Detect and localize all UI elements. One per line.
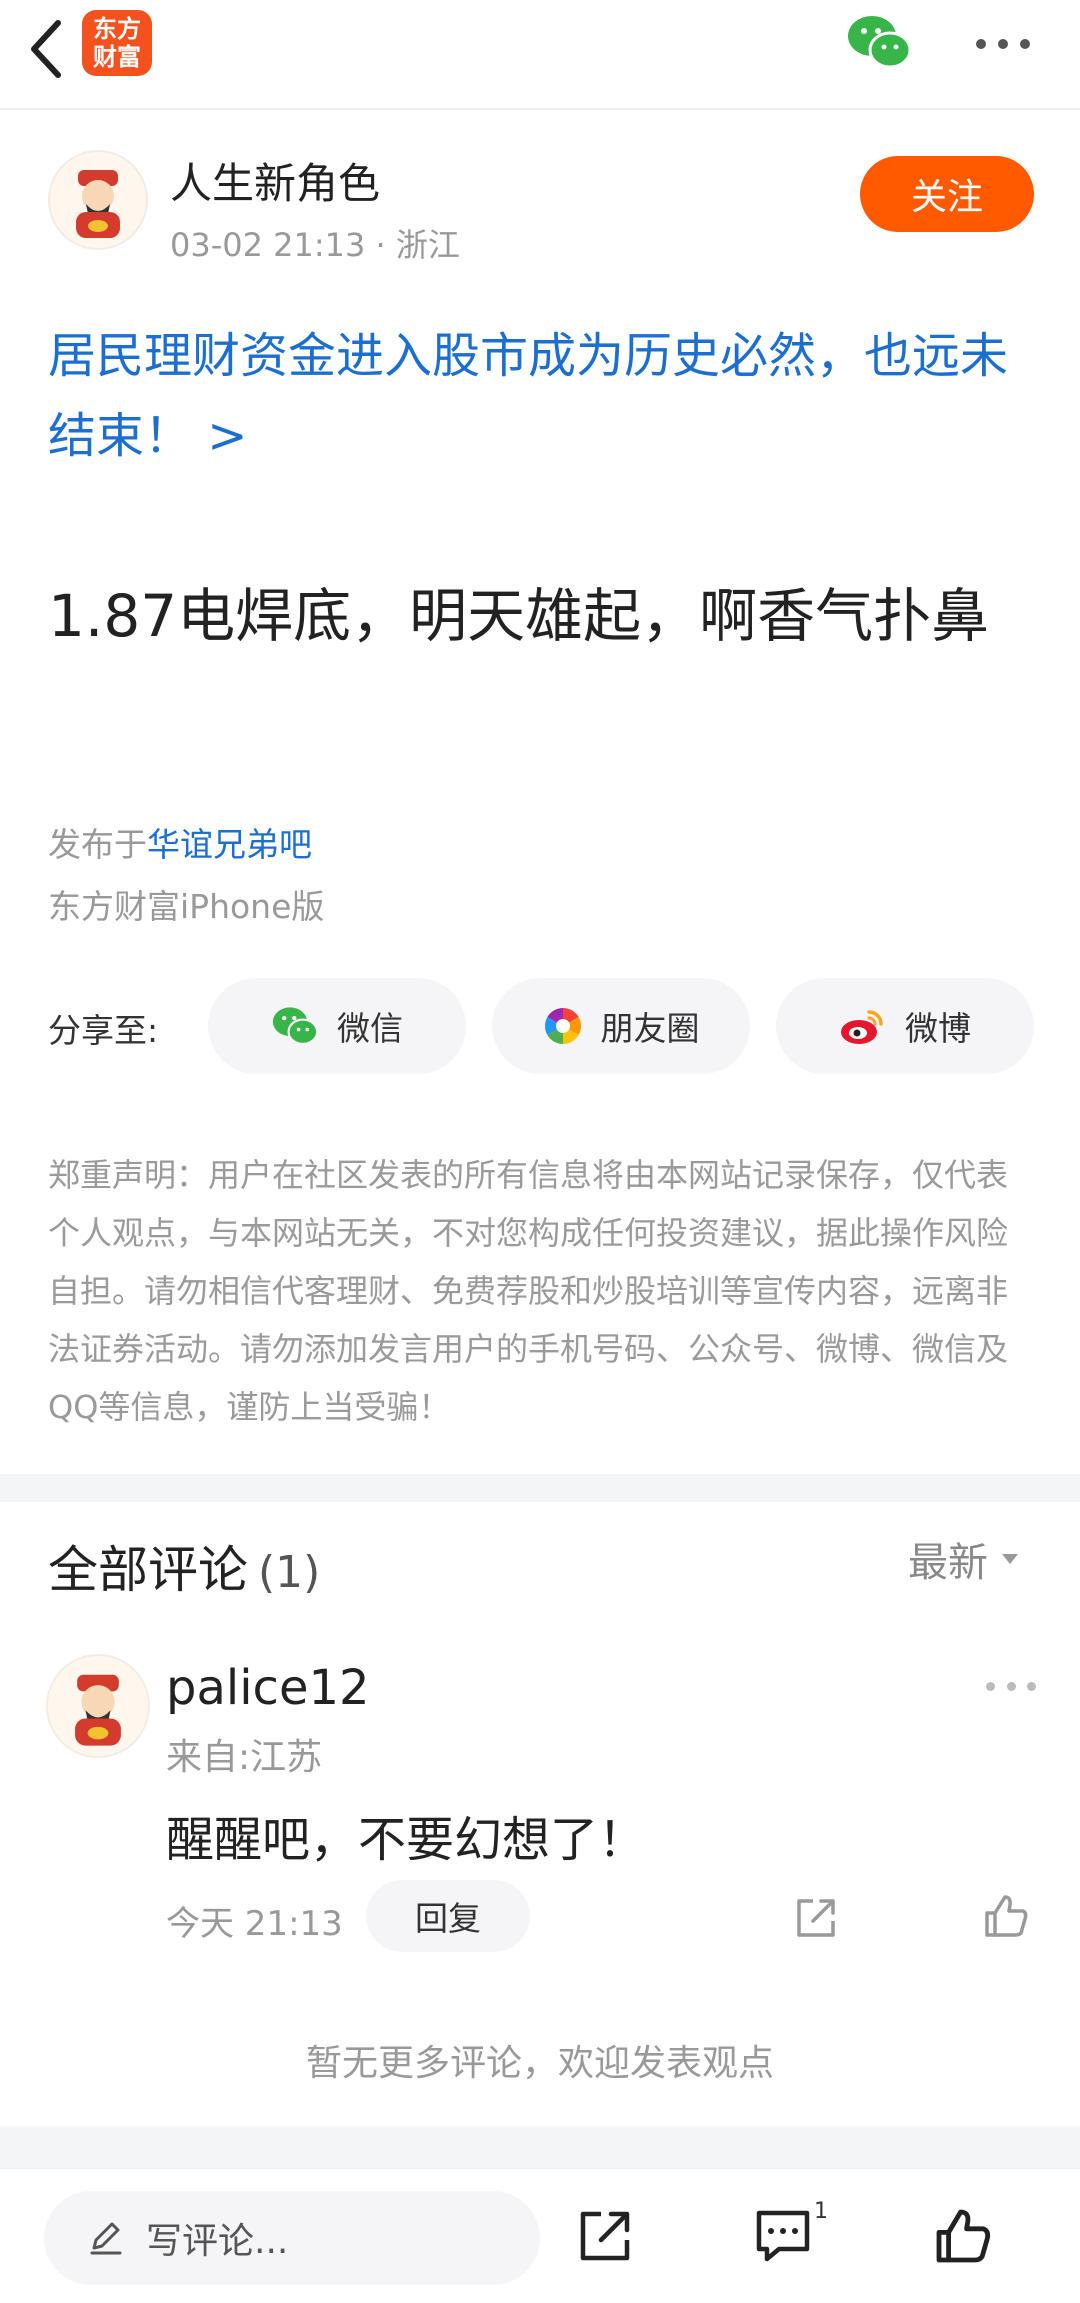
write-comment-input[interactable]: 写评论...: [44, 2191, 540, 2285]
more-options-button[interactable]: [970, 24, 1036, 64]
dot: [1020, 39, 1030, 49]
dot: [1027, 1681, 1036, 1691]
author-name[interactable]: 人生新角色: [170, 150, 380, 211]
dot: [998, 39, 1008, 49]
avatar-image: [50, 152, 146, 248]
post-time: 03-02 21:13: [170, 226, 366, 264]
avatar-image: [48, 1656, 148, 1756]
share-out-icon: [797, 1899, 835, 1937]
post-meta: 03-02 21:13 · 浙江: [170, 220, 460, 266]
share-weibo-label: 微博: [905, 1009, 971, 1048]
like-button[interactable]: [928, 2201, 998, 2271]
share-wechat-label: 微信: [337, 1009, 403, 1048]
chevron-left-icon: [31, 20, 61, 78]
commenter-location: 来自:江苏: [166, 1737, 323, 1778]
weibo-icon: [841, 1010, 883, 1044]
thumbs-up-icon: [936, 2209, 991, 2263]
wechat-share-button[interactable]: [846, 14, 912, 70]
dot: [986, 1681, 995, 1691]
comment-more-button[interactable]: [986, 1676, 1036, 1696]
forum-link[interactable]: 华谊兄弟吧: [147, 825, 312, 864]
comment-text: 醒醒吧，不要幻想了！: [166, 1812, 647, 1868]
write-comment-placeholder: 写评论...: [146, 2221, 289, 2262]
comments-title: 全部评论 (1): [48, 1530, 320, 1602]
client-info: 东方财富iPhone版: [48, 887, 325, 926]
commenter-avatar[interactable]: [46, 1654, 150, 1758]
wechat-icon: [848, 16, 912, 69]
logo-line1: 东方: [93, 15, 141, 43]
bottom-bar: 写评论... 1: [0, 2168, 1080, 2303]
app-logo: 东方 财富: [82, 10, 152, 76]
share-wechat-button[interactable]: 微信: [208, 978, 466, 1074]
follow-button[interactable]: 关注: [860, 156, 1034, 232]
wechat-icon: [272, 1007, 319, 1045]
published-prefix: 发布于: [48, 825, 147, 864]
top-bar: 东方 财富: [0, 0, 1080, 110]
logo-line2: 财富: [93, 43, 141, 71]
comment-count-badge: 1: [814, 2199, 828, 2224]
share-out-icon: [580, 2211, 630, 2261]
post-location: · 浙江: [375, 226, 460, 264]
share-label: 分享至:: [48, 1011, 159, 1050]
back-button[interactable]: [18, 14, 74, 84]
comments-button[interactable]: [748, 2203, 818, 2269]
reply-button[interactable]: 回复: [366, 1880, 530, 1952]
moments-icon: [544, 1008, 581, 1044]
headline-link[interactable]: 居民理财资金进入股市成为历史必然，也远未结束！ >: [48, 316, 1038, 476]
comment-icon: [756, 2210, 810, 2262]
thumbs-up-icon: [985, 1895, 1028, 1937]
share-moments-label: 朋友圈: [600, 1009, 700, 1048]
sort-dropdown[interactable]: 最新: [908, 1530, 1020, 1588]
comment-time: 今天 21:13: [166, 1904, 343, 1944]
dot: [1006, 1681, 1016, 1691]
comments-title-label: 全部评论: [48, 1541, 248, 1599]
caret-down-icon: [1002, 1554, 1018, 1564]
disclaimer-text: 郑重声明：用户在社区发表的所有信息将由本网站记录保存，仅代表个人观点，与本网站无…: [48, 1156, 1009, 1426]
share-button[interactable]: [572, 2203, 638, 2269]
share-moments-button[interactable]: 朋友圈: [492, 978, 750, 1074]
share-weibo-button[interactable]: 微博: [776, 978, 1034, 1074]
no-more-comments: 暂无更多评论，欢迎发表观点: [305, 2043, 774, 2084]
dot: [976, 39, 986, 49]
pencil-icon: [90, 2222, 122, 2255]
comment-share-button[interactable]: [788, 1890, 844, 1946]
comment-like-button[interactable]: [976, 1886, 1036, 1946]
commenter-name[interactable]: palice12: [166, 1660, 370, 1716]
author-avatar[interactable]: [48, 150, 148, 250]
post-body: 1.87电焊底，明天雄起，啊香气扑鼻: [48, 582, 990, 650]
published-in: 发布于华谊兄弟吧: [48, 818, 312, 866]
section-divider: [0, 1474, 1080, 1502]
comments-count: (1): [258, 1547, 321, 1598]
sort-label: 最新: [908, 1540, 988, 1586]
section-divider: [0, 2126, 1080, 2168]
